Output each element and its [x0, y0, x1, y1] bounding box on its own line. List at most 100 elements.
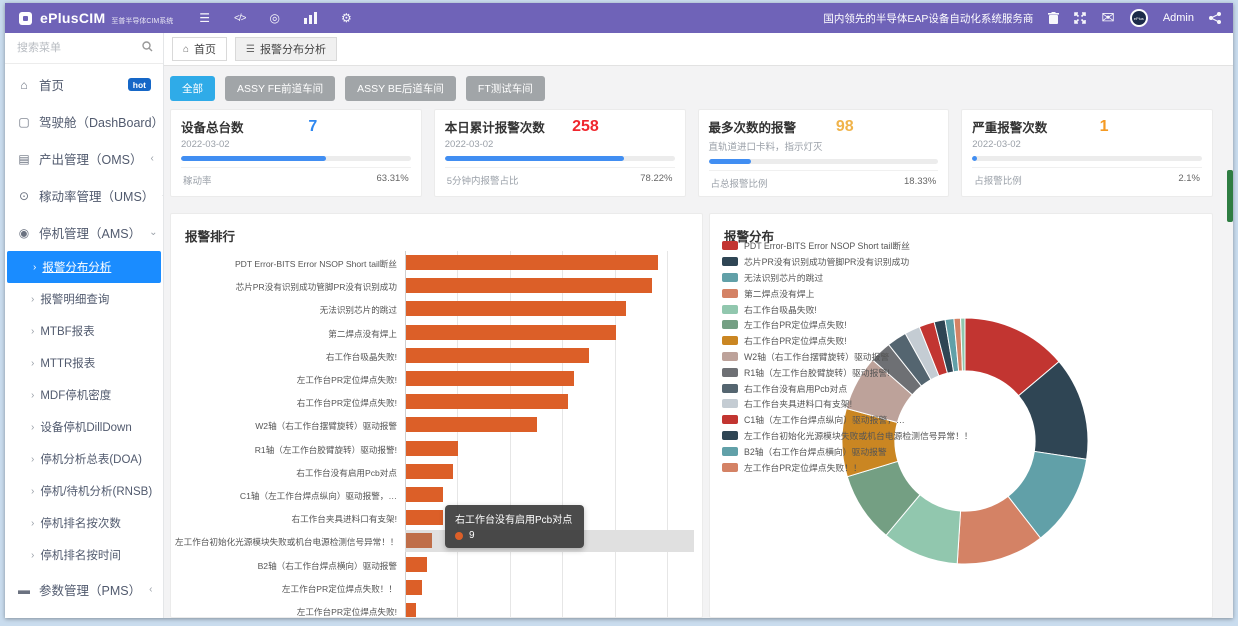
chevron-right-icon: ›: [31, 518, 34, 529]
window-frame: ePlusCIM 至普半导体CIM系统 ☰ </> ◎ ⚙ 国内领先的半导体EA…: [0, 0, 1238, 626]
sidebar-subitem-label: MTBF报表: [40, 323, 94, 339]
sidebar-item-2[interactable]: ▤产出管理（OMS）‹: [5, 140, 163, 177]
legend-item-3[interactable]: 第二焊点没有焊上: [722, 285, 973, 301]
bar[interactable]: [406, 325, 616, 340]
legend-item-9[interactable]: 右工作台没有启用Pcb对点: [722, 380, 973, 396]
legend-item-2[interactable]: 无法识别芯片的跳过: [722, 270, 973, 286]
sidebar-subitem-label: 停机分析总表(DOA): [40, 451, 142, 467]
tab-label: 首页: [194, 41, 216, 57]
share-icon[interactable]: [1209, 12, 1221, 24]
legend-swatch: [722, 352, 738, 361]
kpi-footer-label: 稼动率: [183, 173, 212, 187]
sidebar-subitem-6[interactable]: › 停机分析总表(DOA): [5, 443, 163, 475]
legend-item-13[interactable]: B2轴（右工作台焊点横向）驱动报警: [722, 443, 973, 459]
code-icon[interactable]: </>: [234, 13, 245, 24]
avatar[interactable]: ePlus: [1130, 9, 1148, 27]
sidebar-subitem-0[interactable]: ›报警分布分析: [7, 251, 161, 283]
search-input[interactable]: [15, 41, 136, 55]
brand-name: ePlusCIM: [40, 10, 105, 26]
sidebar-item-6[interactable]: Ⓟ程序管理（RMS）‹: [5, 608, 163, 618]
alarm-ranking-bar-chart: 01020304050PDT Error-BITS Error NSOP Sho…: [171, 214, 702, 617]
sidebar-subitem-3[interactable]: ›MTTR报表: [5, 347, 163, 379]
sidebar-subitem-8[interactable]: › 停机排名按次数: [5, 507, 163, 539]
target-icon[interactable]: ◎: [270, 11, 280, 25]
sidebar-item-label: 驾驶舱（DashBoard）: [39, 112, 164, 131]
kpi-value: 258: [572, 118, 599, 136]
chevron-right-icon: ›: [31, 294, 34, 305]
tab-0[interactable]: ⌂首页: [172, 37, 227, 61]
mail-icon[interactable]: ✉: [1101, 8, 1114, 28]
legend-item-8[interactable]: R1轴（左工作台胶臂旋转）驱动报警!: [722, 364, 973, 380]
bar[interactable]: [406, 464, 453, 479]
kpi-subtitle: 直轨道进口卡料，指示灯灭: [709, 139, 939, 153]
kpi-subtitle: 2022-03-02: [181, 139, 411, 150]
bar[interactable]: [406, 533, 432, 548]
legend-item-14[interactable]: 左工作台PR定位焊点失败！！: [722, 459, 973, 475]
chevron-right-icon: ›: [31, 486, 34, 497]
chevron-right-icon: ›: [31, 326, 34, 337]
vertical-scrollbar-thumb[interactable]: [1227, 170, 1233, 222]
legend-item-0[interactable]: PDT Error-BITS Error NSOP Short tail断丝: [722, 238, 973, 254]
legend-item-10[interactable]: 右工作台夹具进料口有支架!: [722, 396, 973, 412]
bar-chart-icon[interactable]: [304, 12, 317, 24]
legend-item-11[interactable]: C1轴（左工作台焊点纵向）驱动报警，…: [722, 412, 973, 428]
sidebar-item-label: 停机管理（AMS）: [39, 223, 141, 242]
sidebar-subitem-label: 报警明细查询: [40, 291, 109, 307]
trash-icon[interactable]: [1048, 12, 1059, 24]
sidebar-subitem-label: 停机排名按次数: [40, 515, 121, 531]
legend-item-7[interactable]: W2轴（右工作台摆臂旋转）驱动报警: [722, 349, 973, 365]
sidebar-item-3[interactable]: ⊙稼动率管理（UMS）‹: [5, 177, 163, 214]
sidebar-subitem-5[interactable]: ›设备停机DillDown: [5, 411, 163, 443]
gear-icon[interactable]: ⚙: [341, 11, 352, 25]
bar[interactable]: [406, 603, 416, 618]
output-icon: ▤: [17, 152, 31, 166]
tab-label: 报警分布分析: [260, 41, 326, 57]
legend-item-12[interactable]: 左工作台初始化光源模块失败或机台电源检测信号异常！！: [722, 428, 973, 444]
filter-button-1[interactable]: ASSY FE前道车间: [225, 76, 335, 101]
bar[interactable]: [406, 510, 443, 525]
bar[interactable]: [406, 557, 427, 572]
bar[interactable]: [406, 441, 458, 456]
sidebar-item-1[interactable]: ▢驾驶舱（DashBoard）‹: [5, 103, 163, 140]
bar-category-label: 左工作台初始化光源模块失败或机台电源检测信号异常！！: [175, 536, 397, 548]
chevron-right-icon: ›: [31, 358, 34, 369]
filter-button-2[interactable]: ASSY BE后道车间: [345, 76, 456, 101]
legend-item-5[interactable]: 左工作台PR定位焊点失败!: [722, 317, 973, 333]
chevron-right-icon: ›: [31, 454, 34, 465]
search-icon[interactable]: [142, 39, 153, 57]
bar[interactable]: [406, 417, 537, 432]
filter-button-3[interactable]: FT测试车间: [466, 76, 545, 101]
charts-row: 报警排行 01020304050PDT Error-BITS Error NSO…: [170, 213, 1213, 618]
legend-item-1[interactable]: 芯片PR没有识别成功管脚PR没有识别成功: [722, 254, 973, 270]
legend-item-6[interactable]: 右工作台PR定位焊点失败!: [722, 333, 973, 349]
filter-button-0[interactable]: 全部: [170, 76, 215, 101]
bar[interactable]: [406, 580, 422, 595]
legend-label: 右工作台夹具进料口有支架!: [744, 397, 852, 410]
sidebar-subitem-2[interactable]: › MTBF报表: [5, 315, 163, 347]
sidebar-item-5[interactable]: ▬参数管理（PMS）‹: [5, 571, 163, 608]
hamburger-menu-icon[interactable]: ☰: [199, 11, 210, 25]
legend-swatch: [722, 368, 738, 377]
bar[interactable]: [406, 255, 658, 270]
bar[interactable]: [406, 394, 568, 409]
sidebar-item-4[interactable]: ◉停机管理（AMS）⌄: [5, 214, 163, 251]
tab-1[interactable]: ☰报警分布分析: [235, 37, 337, 61]
legend-item-4[interactable]: 右工作台吸晶失败!: [722, 301, 973, 317]
fullscreen-icon[interactable]: [1074, 12, 1086, 24]
sidebar-subitem-1[interactable]: › 报警明细查询: [5, 283, 163, 315]
sidebar-subitem-9[interactable]: ›停机排名按时间: [5, 539, 163, 571]
sidebar-item-0[interactable]: ⌂首页hot: [5, 66, 163, 103]
sidebar-subitem-label: 设备停机DillDown: [40, 419, 131, 435]
bar[interactable]: [406, 278, 652, 293]
bar[interactable]: [406, 348, 589, 363]
sidebar-subitem-4[interactable]: ›MDF停机密度: [5, 379, 163, 411]
topbar-menu-icons: ☰ </> ◎ ⚙: [199, 11, 351, 25]
bar[interactable]: [406, 487, 443, 502]
sidebar-subitem-7[interactable]: ›停机/待机分析(RNSB): [5, 475, 163, 507]
bar[interactable]: [406, 371, 574, 386]
kpi-value: 7: [308, 118, 317, 136]
bar[interactable]: [406, 301, 626, 316]
utilization-icon: ⊙: [17, 189, 31, 203]
kpi-footer-label: 占报警比例: [974, 173, 1022, 187]
admin-label[interactable]: Admin: [1163, 12, 1194, 24]
